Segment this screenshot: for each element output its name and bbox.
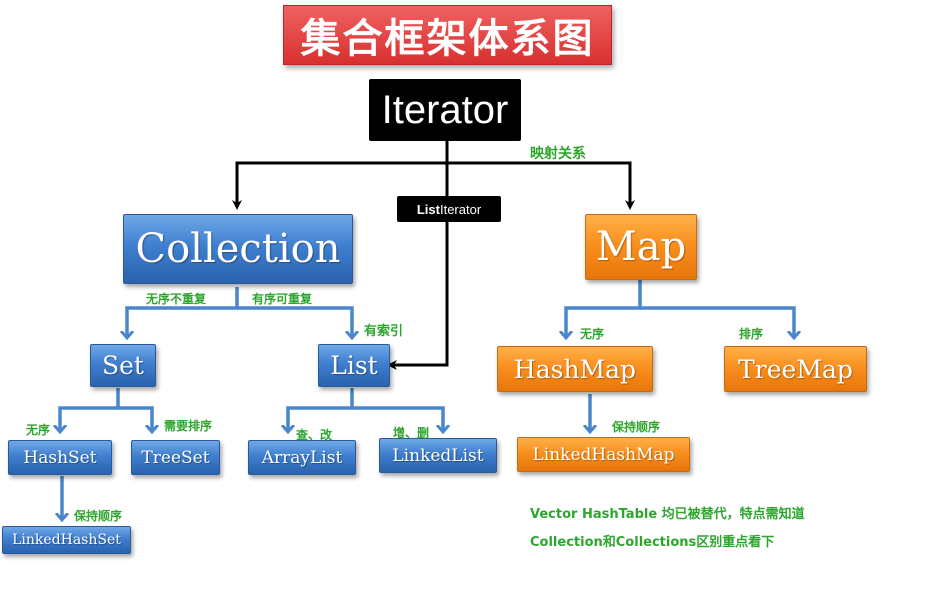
treeset-node: TreeSet [131, 440, 220, 475]
label-mapping: 映射关系 [530, 146, 586, 162]
label-keep-order-set: 保持顺序 [74, 509, 123, 523]
note-line-1: Vector HashTable 均已被替代，特点需知道 [530, 507, 805, 522]
set-node: Set [90, 344, 156, 387]
label-needs-sort: 需要排序 [164, 419, 213, 433]
diagram-title: 集合框架体系图 [283, 5, 612, 65]
iterator-node: Iterator [369, 79, 521, 141]
linkedhashmap-node: LinkedHashMap [517, 437, 690, 472]
arraylist-node: ArrayList [248, 440, 356, 475]
map-node: Map [585, 214, 697, 280]
label-add-delete: 增、删 [393, 426, 430, 440]
hashmap-node: HashMap [497, 346, 653, 392]
label-query-modify: 查、改 [296, 428, 333, 442]
linkedlist-node: LinkedList [379, 438, 497, 473]
hashset-node: HashSet [8, 440, 112, 475]
label-ordered-dup: 有序可重复 [252, 292, 313, 306]
label-map-sorted: 排序 [739, 327, 764, 341]
label-indexed: 有索引 [364, 324, 404, 339]
listiterator-node: List Iterator [397, 196, 501, 222]
label-keep-order-map: 保持顺序 [612, 420, 661, 434]
list-node: List [318, 344, 390, 387]
listiterator-bold-part: List [416, 201, 440, 217]
linkedhashset-node: LinkedHashSet [2, 526, 131, 554]
label-map-unordered: 无序 [580, 327, 605, 341]
treemap-node: TreeMap [724, 346, 867, 392]
listiterator-rest-part: Iterator [439, 201, 482, 217]
note-line-2: Collection和Collections区别重点看下 [530, 535, 775, 550]
hierarchy-arrows [60, 280, 794, 520]
collection-node: Collection [123, 214, 353, 284]
label-set-unordered: 无序 [26, 423, 51, 437]
label-unordered-no-dup: 无序不重复 [146, 292, 207, 306]
